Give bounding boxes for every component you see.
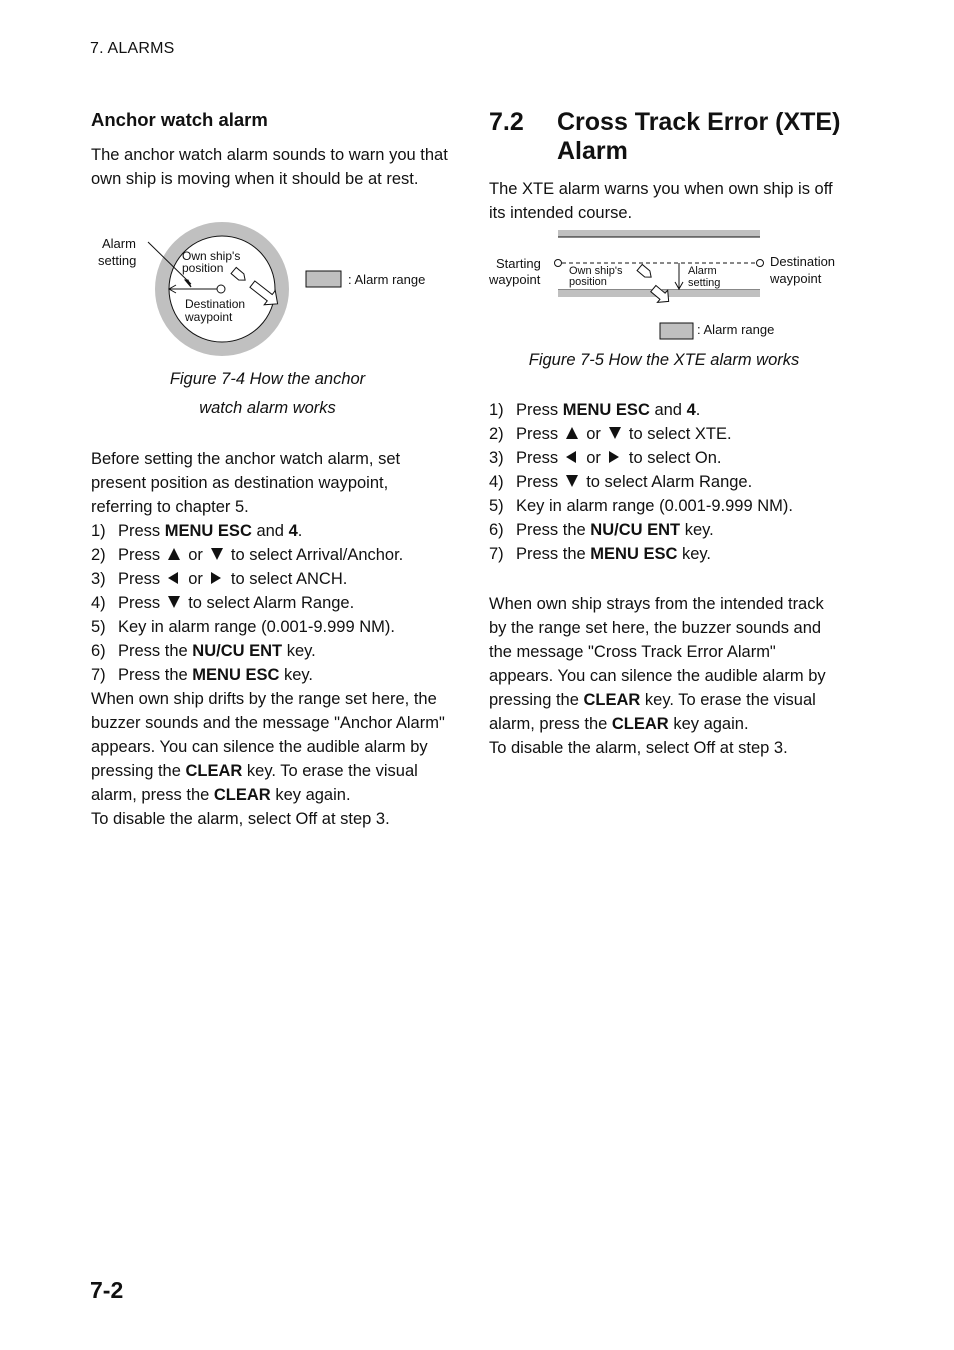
caption-line-2: watch alarm works: [199, 399, 336, 417]
step-1: 1) Press MENU ESC and 4.: [91, 522, 303, 540]
label-own-ship-2: position: [569, 276, 607, 288]
anchor-intro: The anchor watch alarm sounds to warn yo…: [91, 146, 448, 188]
label-starting-1: Starting: [496, 256, 541, 271]
starting-waypoint-marker: [554, 259, 562, 267]
key-4: 4: [686, 401, 696, 419]
label-starting-2: waypoint: [488, 272, 541, 287]
anchor-disable-note: To disable the alarm, select Off at step…: [91, 810, 390, 828]
xte-disable-note: To disable the alarm, select Off at step…: [489, 739, 788, 757]
figure-7-4-caption: Figure 7-4 How the anchor watch alarm wo…: [91, 365, 444, 423]
own-ship-icon: [636, 263, 652, 278]
xte-figure: Starting waypoint Own ship's position Al…: [488, 230, 835, 340]
key-menu-esc: MENU ESC: [164, 522, 252, 540]
key-4: 4: [288, 522, 298, 540]
step-5: 5) Key in alarm range (0.001-9.999 NM).: [489, 497, 793, 515]
step-4: 4) Press to select Alarm Range.: [489, 473, 753, 491]
label-destination-1: Destination: [770, 254, 835, 269]
key-menu-esc: MENU ESC: [562, 401, 650, 419]
down-arrow-icon: [608, 426, 621, 439]
step-3: 3) Press or to select ANCH.: [91, 570, 348, 588]
legend-swatch: [659, 322, 694, 340]
key-menu-esc: MENU ESC: [590, 545, 678, 563]
step-6: 6) Press the NU/CU ENT key.: [489, 521, 714, 539]
right-arrow-icon: [210, 571, 221, 584]
right-arrow-icon: [608, 450, 619, 463]
key-clear: CLEAR: [611, 715, 669, 733]
section-title-text: Cross Track Error (XTE) Alarm: [557, 108, 841, 165]
destination-waypoint-marker: [756, 259, 764, 267]
figure-7-5-caption: Figure 7-5 How the XTE alarm works: [528, 351, 800, 369]
xte-after-text: When own ship strays from the intended t…: [489, 592, 844, 760]
xte-steps: 1) Press MENU ESC and 4. 2) Press or to sele…: [489, 398, 869, 566]
step-1: 1) Press MENU ESC and 4.: [489, 401, 701, 419]
key-nu-cu-ent: NU/CU ENT: [590, 521, 681, 539]
up-arrow-icon: [566, 426, 579, 439]
step-4: 4) Press to select Alarm Range.: [91, 594, 355, 612]
anchor-after-text: When own ship drifts by the range set he…: [91, 687, 453, 831]
key-menu-esc: MENU ESC: [192, 666, 280, 684]
legend-label: : Alarm range: [348, 272, 425, 287]
key-nu-cu-ent: NU/CU ENT: [192, 642, 283, 660]
left-arrow-icon: [168, 571, 179, 584]
label-own-ship-2: position: [182, 261, 223, 275]
key-clear: CLEAR: [185, 762, 243, 780]
section-title: 7.2 Cross Track Error (XTE) Alarm: [489, 108, 859, 168]
label-alarm-2: setting: [688, 277, 720, 289]
legend-label: : Alarm range: [697, 322, 774, 337]
running-head: 7. ALARMS: [90, 40, 175, 57]
anchor-preface: Before setting the anchor watch alarm, s…: [91, 450, 401, 516]
destination-waypoint-marker: [216, 284, 226, 294]
label-alarm-setting-2: setting: [98, 253, 136, 268]
label-destination-2: waypoint: [769, 271, 822, 286]
step-6: 6) Press the NU/CU ENT key.: [91, 642, 316, 660]
step-2: 2) Press or to select XTE.: [489, 425, 732, 443]
key-clear: CLEAR: [583, 691, 641, 709]
label-alarm-setting-1: Alarm: [102, 236, 136, 251]
key-clear: CLEAR: [213, 786, 271, 804]
xte-intro: The XTE alarm warns you when own ship is…: [489, 180, 833, 222]
legend-swatch: [305, 270, 342, 288]
step-5: 5) Key in alarm range (0.001-9.999 NM).: [91, 618, 395, 636]
section-number: 7.2: [489, 108, 524, 136]
anchor-watch-heading: Anchor watch alarm: [91, 109, 268, 130]
page-number: 7-2: [90, 1277, 124, 1303]
down-arrow-icon: [210, 547, 223, 560]
label-destination-2: waypoint: [184, 310, 233, 324]
label-destination-1: Destination: [185, 297, 245, 311]
alarm-range-band-top: [558, 230, 760, 237]
left-arrow-icon: [566, 450, 577, 463]
step-3: 3) Press or to select On.: [489, 449, 722, 467]
step-2: 2) Press or to select Arrival/Anchor.: [91, 546, 404, 564]
down-arrow-icon: [168, 595, 181, 608]
label-alarm-1: Alarm: [688, 265, 717, 277]
step-7: 7) Press the MENU ESC key.: [489, 545, 712, 563]
step-7: 7) Press the MENU ESC key.: [91, 666, 314, 684]
up-arrow-icon: [168, 547, 181, 560]
down-arrow-icon: [566, 474, 579, 487]
anchor-steps: 1) Press MENU ESC and 4. 2) Press or to sele…: [91, 519, 471, 687]
caption-line-1: Figure 7-4 How the anchor: [169, 370, 366, 388]
anchor-watch-figure: Alarm setting Own ship's position Destin…: [98, 222, 425, 356]
